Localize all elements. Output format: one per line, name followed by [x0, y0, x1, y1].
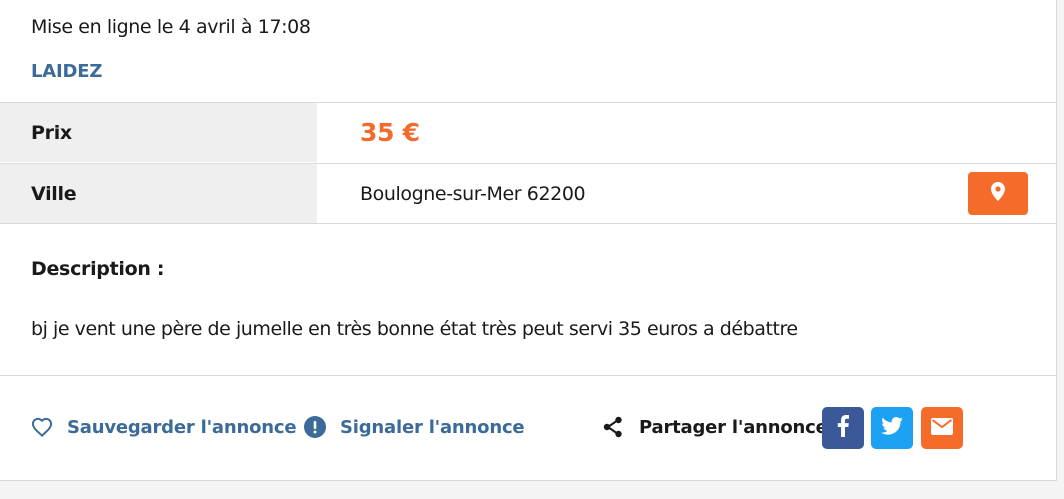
- description-title: Description :: [31, 258, 165, 280]
- posted-date: Mise en ligne le 4 avril à 17:08: [31, 16, 311, 38]
- share-email-button[interactable]: [921, 407, 963, 449]
- share-listing-label: Partager l'annonce: [639, 416, 828, 438]
- description-text: bj je vent une père de jumelle en très b…: [31, 318, 798, 340]
- city-label: Ville: [0, 164, 317, 223]
- heart-icon: [30, 415, 54, 439]
- save-listing-button[interactable]: Sauvegarder l'annonce: [30, 412, 297, 442]
- show-map-button[interactable]: [968, 172, 1028, 215]
- city-row: Ville Boulogne-sur-Mer 62200: [0, 163, 1057, 224]
- share-twitter-button[interactable]: [871, 407, 913, 449]
- section-divider: [0, 375, 1057, 376]
- report-listing-button[interactable]: Signaler l'annonce: [303, 412, 525, 442]
- share-listing: Partager l'annonce: [602, 412, 828, 442]
- price-row: Prix 35 €: [0, 102, 1057, 162]
- seller-name-link[interactable]: LAIDEZ: [31, 61, 102, 82]
- save-listing-label: Sauvegarder l'annonce: [67, 416, 297, 438]
- price-value-cell: 35 €: [360, 103, 420, 162]
- email-icon: [931, 417, 953, 439]
- price-value: 35 €: [360, 118, 420, 147]
- exclamation-circle-icon: [303, 415, 327, 439]
- share-facebook-button[interactable]: [822, 407, 864, 449]
- twitter-icon: [881, 417, 903, 439]
- share-icon: [602, 415, 624, 439]
- city-value: Boulogne-sur-Mer 62200: [360, 182, 586, 205]
- map-pin-icon: [991, 182, 1005, 205]
- report-listing-label: Signaler l'annonce: [340, 416, 525, 438]
- facebook-icon: [837, 415, 849, 441]
- price-label: Prix: [0, 103, 317, 162]
- listing-card: Mise en ligne le 4 avril à 17:08 LAIDEZ …: [0, 0, 1057, 481]
